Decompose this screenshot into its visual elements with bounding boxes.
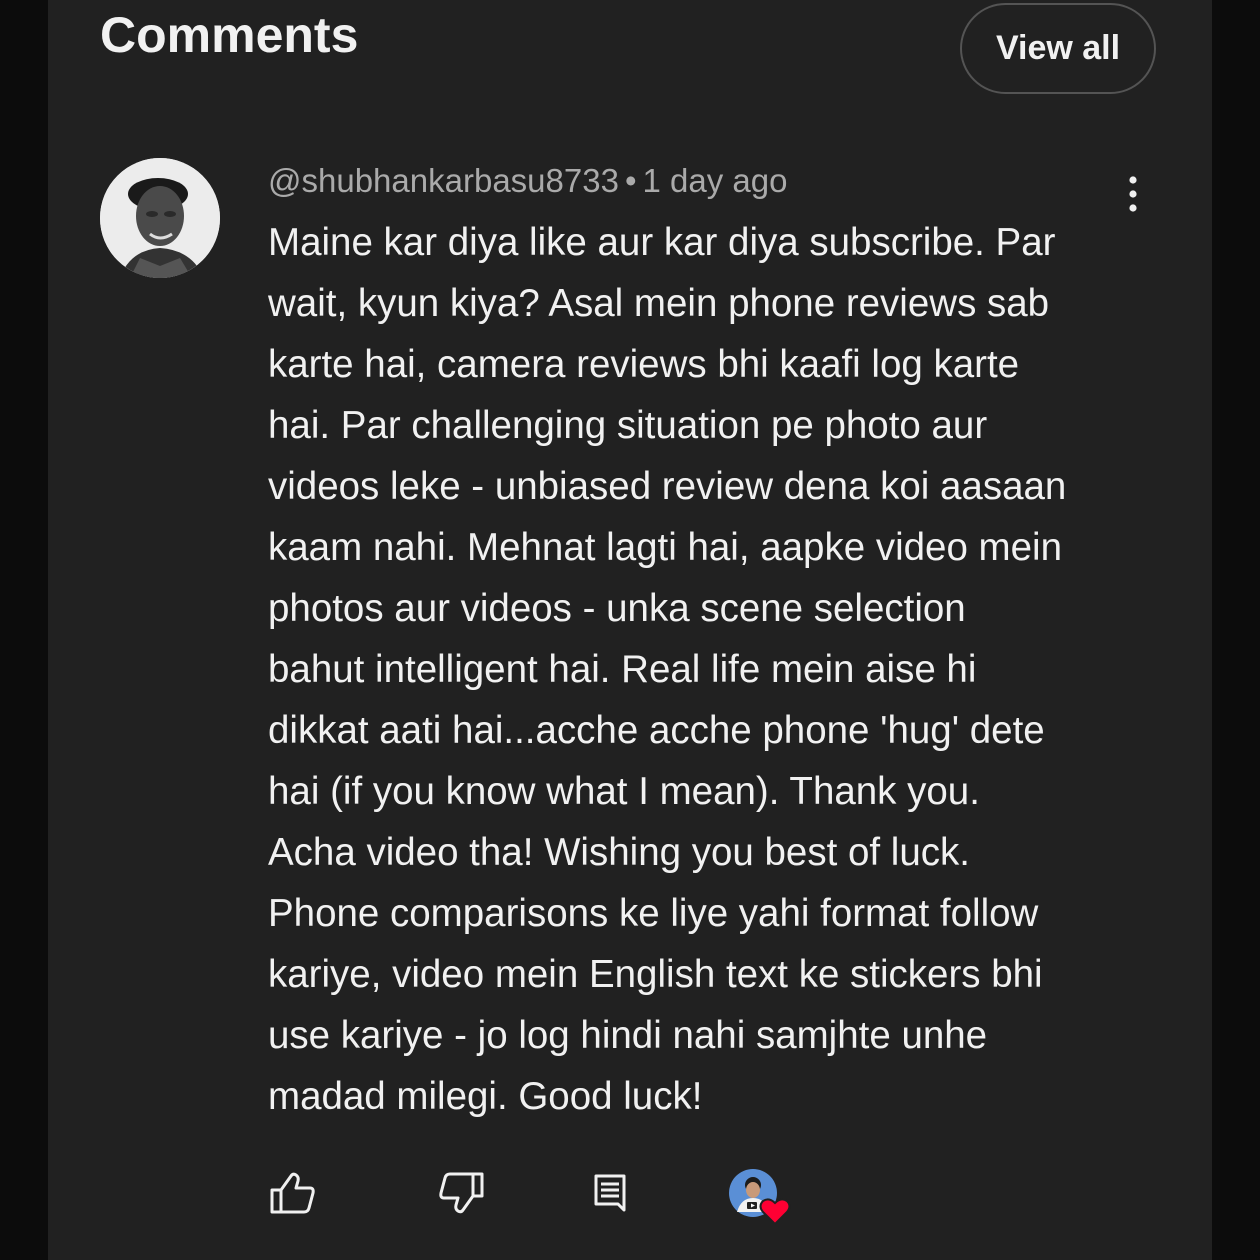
- comments-panel: Comments View all @shubhankarbasu8733 • 1 …: [48, 0, 1212, 1260]
- avatar[interactable]: [100, 158, 220, 278]
- more-options-icon[interactable]: [1118, 172, 1148, 216]
- comment-line: videos leke - unbiased review dena koi a…: [268, 465, 1067, 508]
- comment-line: dikkat aati hai...acche acche phone 'hug…: [268, 709, 1045, 752]
- comment-time: 1 day ago: [642, 162, 788, 199]
- comments-title: Comments: [100, 7, 359, 63]
- comment-line: kaam nahi. Mehnat lagti hai, aapke video…: [268, 526, 1063, 569]
- thumbs-up-icon[interactable]: [268, 1170, 318, 1216]
- creator-heart-icon[interactable]: [728, 1168, 796, 1226]
- reply-icon[interactable]: [590, 1170, 640, 1216]
- comment-line: hai. Par challenging situation pe photo …: [268, 404, 988, 447]
- comment-line: kariye, video mein English text ke stick…: [268, 953, 1043, 996]
- comment-line: hai (if you know what I mean). Thank you…: [268, 770, 980, 813]
- comment-line: use kariye - jo log hindi nahi samjhte u…: [268, 1014, 988, 1057]
- view-all-button[interactable]: View all: [960, 3, 1156, 94]
- comment-line: Maine kar diya like aur kar diya subscri…: [268, 221, 1056, 264]
- comment-line: bahut intelligent hai. Real life mein ai…: [268, 648, 977, 691]
- thumbs-down-icon[interactable]: [436, 1170, 486, 1216]
- avatar-photo: [100, 158, 220, 278]
- comment-line: wait, kyun kiya? Asal mein phone reviews…: [268, 282, 1050, 325]
- comment-line: Phone comparisons ke liye yahi format fo…: [268, 892, 1039, 935]
- comment-meta: @shubhankarbasu8733 • 1 day ago: [268, 162, 787, 200]
- comment-author[interactable]: @shubhankarbasu8733: [268, 162, 619, 199]
- comment-text: Maine kar diya like aur kar diya subscri…: [268, 212, 1148, 1127]
- comment-line: karte hai, camera reviews bhi kaafi log …: [268, 343, 1020, 386]
- comment-line: photos aur videos - unka scene selection: [268, 587, 966, 630]
- comment-line: madad milegi. Good luck!: [268, 1075, 703, 1118]
- comment-line: Acha video tha! Wishing you best of luck…: [268, 831, 970, 874]
- meta-separator: •: [624, 162, 637, 199]
